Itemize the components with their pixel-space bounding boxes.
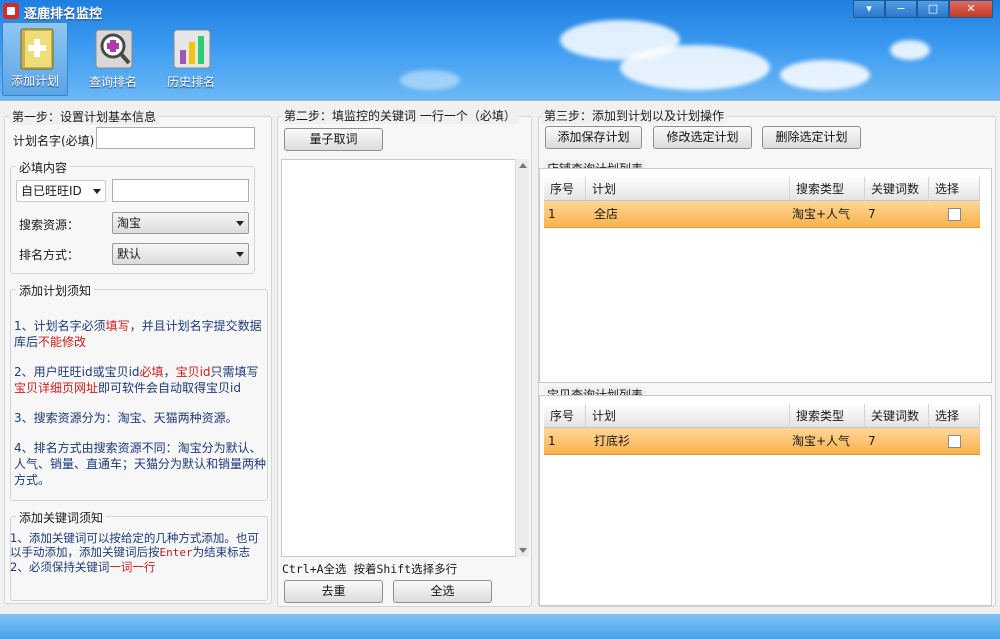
col-plan: 计划 (586, 404, 790, 428)
chevron-down-icon (236, 252, 244, 257)
table-row[interactable]: 1 打底衫 淘宝+人气 7 (544, 428, 980, 455)
chevron-down-icon (93, 189, 101, 194)
source-select[interactable]: 淘宝 (112, 212, 249, 234)
cloud-decoration (890, 40, 930, 60)
col-keyword-count: 关键词数 (865, 177, 929, 201)
row-search-type: 淘宝+人气 (792, 207, 851, 221)
kw-note-1: 1、添加关键词可以按给定的几种方式添加。也可以手动添加，添加关键词后按Enter… (10, 531, 259, 559)
rank-method-label: 排名方式： (19, 248, 80, 262)
plan-notes-text: 1、计划名字必须填写，并且计划名字提交数据库后不能修改 2、用户旺旺id或宝贝i… (14, 318, 266, 502)
select-all-button[interactable]: 全选 (393, 580, 492, 603)
row-select-checkbox[interactable] (948, 208, 961, 221)
item-plan-grid: 序号 计划 搜索类型 关键词数 选择 1 打底衫 淘宝+人气 7 (539, 395, 992, 606)
plan-notes-title: 添加计划须知 (16, 282, 95, 299)
toolbar-label: 添加计划 (10, 74, 59, 88)
cloud-decoration (780, 60, 870, 90)
step1-title: 第一步：设置计划基本信息 (9, 108, 160, 125)
col-select: 选择 (929, 177, 980, 201)
chevron-down-icon (236, 221, 244, 226)
col-select: 选择 (929, 404, 980, 428)
store-grid-header: 序号 计划 搜索类型 关键词数 选择 (544, 177, 980, 201)
toolbar-add-plan[interactable]: 添加计划 (2, 22, 68, 96)
row-no: 1 (548, 434, 556, 448)
row-plan: 全店 (594, 207, 619, 221)
source-label: 搜索资源： (19, 218, 80, 232)
id-value-input[interactable] (112, 179, 249, 202)
close-button[interactable]: ✕ (949, 0, 993, 18)
keyword-notes-title: 添加关键词须知 (16, 509, 107, 526)
step3-title: 第三步：添加到计划以及计划操作 (541, 107, 728, 124)
row-keyword-count: 7 (868, 207, 876, 221)
col-search-type: 搜索类型 (790, 177, 865, 201)
note-3: 3、搜索资源分为：淘宝、天猫两种资源。 (14, 411, 238, 425)
toolbar-search-rank[interactable]: 查询排名 (80, 22, 146, 96)
row-select-checkbox[interactable] (948, 435, 961, 448)
scroll-up-icon[interactable] (519, 163, 527, 168)
table-row[interactable]: 1 全店 淘宝+人气 7 (544, 201, 980, 228)
menu-dropdown-button[interactable]: ▾ (853, 0, 885, 18)
row-search-type: 淘宝+人气 (792, 434, 851, 448)
source-value: 淘宝 (117, 216, 142, 230)
header-banner: 逐鹿排名监控 ▾ − □ ✕ 添加计划 查询排名 历史排名 (0, 0, 1000, 100)
note-4: 4、排名方式由搜索资源不同：淘宝分为默认、人气、销量、直通车；天猫分为默认和销量… (14, 441, 267, 487)
id-type-value: 自已旺旺ID (21, 184, 82, 198)
rank-method-value: 默认 (117, 247, 142, 261)
edit-plan-button[interactable]: 修改选定计划 (653, 126, 752, 149)
note-1: 1、计划名字必须填写，并且计划名字提交数据库后不能修改 (14, 319, 262, 349)
title-bar: 逐鹿排名监控 (0, 0, 1000, 22)
col-search-type: 搜索类型 (790, 404, 865, 428)
col-keyword-count: 关键词数 (865, 404, 929, 428)
cloud-decoration (400, 70, 460, 90)
row-plan: 打底衫 (594, 434, 631, 448)
row-no: 1 (548, 207, 556, 221)
add-plan-icon (20, 28, 54, 70)
select-hint-text: Ctrl+A全选 按着Shift选择多行 (282, 562, 458, 576)
toolbar-label: 查询排名 (88, 75, 137, 89)
step2-title: 第二步：填监控的关键词 一行一个（必填） (281, 107, 519, 124)
keyword-notes-text: 1、添加关键词可以按给定的几种方式添加。也可以手动添加，添加关键词后按Enter… (10, 531, 266, 574)
kw-note-2: 2、必须保持关键词一词一行 (10, 560, 156, 574)
cloud-decoration (620, 45, 770, 90)
col-plan: 计划 (586, 177, 790, 201)
keywords-scrollbar[interactable] (515, 159, 529, 557)
note-2: 2、用户旺旺id或宝贝id必填，宝贝id只需填写宝贝详细页网址即可软件会自动取得… (14, 365, 259, 395)
app-logo-icon (3, 3, 19, 19)
dedupe-button[interactable]: 去重 (284, 580, 383, 603)
main-panel: 第一步：设置计划基本信息 计划名字(必填) 必填内容 自已旺旺ID 搜索资源： … (0, 100, 1000, 614)
fetch-keywords-button[interactable]: 量子取词 (284, 128, 383, 151)
delete-plan-button[interactable]: 删除选定计划 (762, 126, 861, 149)
item-grid-header: 序号 计划 搜索类型 关键词数 选择 (544, 404, 980, 428)
id-type-select[interactable]: 自已旺旺ID (16, 180, 106, 202)
store-plan-grid: 序号 计划 搜索类型 关键词数 选择 1 全店 淘宝+人气 7 (539, 168, 992, 383)
maximize-button[interactable]: □ (917, 0, 949, 18)
status-bar (0, 614, 1000, 639)
keywords-textarea[interactable] (281, 159, 529, 557)
search-rank-icon (95, 29, 133, 69)
col-no: 序号 (544, 404, 586, 428)
rank-method-select[interactable]: 默认 (112, 243, 249, 265)
history-rank-icon (173, 29, 211, 69)
add-save-plan-button[interactable]: 添加保存计划 (545, 126, 642, 149)
minimize-button[interactable]: − (885, 0, 917, 18)
toolbar-history-rank[interactable]: 历史排名 (158, 22, 224, 96)
plan-name-input[interactable] (96, 127, 255, 149)
toolbar-label: 历史排名 (166, 75, 215, 89)
required-fields-title: 必填内容 (16, 159, 71, 176)
scroll-down-icon[interactable] (519, 548, 527, 553)
col-no: 序号 (544, 177, 586, 201)
plan-name-label: 计划名字(必填) (13, 134, 95, 148)
row-keyword-count: 7 (868, 434, 876, 448)
window-title: 逐鹿排名监控 (24, 7, 103, 22)
